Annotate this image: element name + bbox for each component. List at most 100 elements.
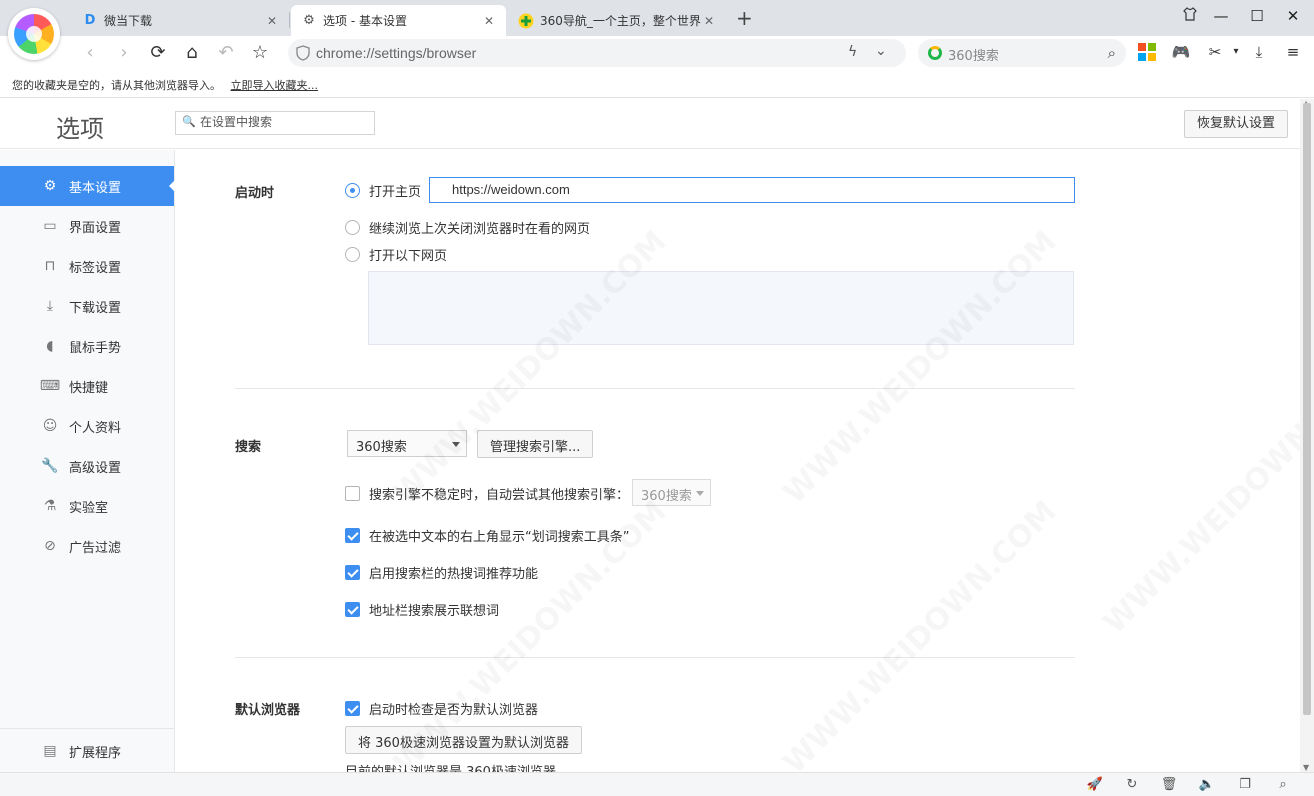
- scissors-icon[interactable]: ✂: [1205, 42, 1225, 62]
- fallback-engine-row[interactable]: 搜索引擎不稳定时，自动尝试其他搜索引擎：: [345, 484, 629, 503]
- tab-settings[interactable]: ⚙ 选项 - 基本设置 ✕: [291, 5, 506, 36]
- option-selection-toolbar[interactable]: 在被选中文本的右上角显示“划词搜索工具条”: [345, 526, 629, 545]
- bookmark-empty-text: 您的收藏夹是空的，请从其他浏览器导入。: [12, 79, 221, 92]
- radio-button[interactable]: [345, 183, 360, 198]
- address-bar[interactable]: chrome://settings/browser ϟ ⌄: [288, 39, 906, 67]
- settings-search[interactable]: 🔍: [175, 111, 375, 135]
- tab-360nav[interactable]: 360导航_一个主页，整个世界 ✕: [508, 5, 726, 36]
- browser-logo[interactable]: [8, 8, 60, 60]
- settings-search-input[interactable]: [200, 115, 370, 129]
- download-icon[interactable]: ⤓: [1249, 42, 1269, 62]
- bookmark-bar: 您的收藏夹是空的，请从其他浏览器导入。 立即导入收藏夹...: [0, 70, 1314, 98]
- settings-page: 选项 🔍 恢复默认设置 ⚙ 基本设置 ▭ 界面设置 ⊓ 标签设置 ⤓ 下载设: [0, 99, 1314, 772]
- radio-open-pages[interactable]: 打开以下网页: [345, 245, 447, 264]
- watermark-text: WWW.WEIDOWN.COM: [1097, 354, 1300, 641]
- accelerate-icon[interactable]: ↻: [1123, 776, 1141, 794]
- minimize-button[interactable]: —: [1208, 5, 1234, 27]
- radio-open-home[interactable]: 打开主页: [345, 181, 421, 200]
- sidebar-item-mouse[interactable]: ◖ 鼠标手势: [0, 326, 174, 366]
- close-icon[interactable]: ✕: [265, 14, 279, 28]
- undo-close-button[interactable]: ↶: [214, 41, 238, 65]
- sidebar: ⚙ 基本设置 ▭ 界面设置 ⊓ 标签设置 ⤓ 下载设置 ◖ 鼠标手势 ⌨ 快捷键: [0, 150, 175, 772]
- star-icon[interactable]: ☆: [248, 41, 272, 65]
- back-button[interactable]: ‹: [78, 41, 102, 65]
- skin-icon[interactable]: [1177, 5, 1203, 27]
- search-icon[interactable]: ⌕: [1108, 44, 1116, 62]
- reset-defaults-button[interactable]: 恢复默认设置: [1184, 110, 1288, 138]
- radio-button[interactable]: [345, 247, 360, 262]
- close-icon[interactable]: ✕: [482, 14, 496, 28]
- scrollbar-thumb[interactable]: [1303, 103, 1311, 715]
- rocket-icon[interactable]: 🚀: [1086, 776, 1104, 794]
- reload-button[interactable]: ⟳: [146, 41, 170, 65]
- startup-label: 启动时: [235, 186, 275, 201]
- new-tab-button[interactable]: +: [736, 7, 753, 29]
- option-address-suggest[interactable]: 地址栏搜索展示联想词: [345, 600, 499, 619]
- sidebar-item-download[interactable]: ⤓ 下载设置: [0, 286, 174, 326]
- flask-icon: ⚗: [43, 498, 57, 514]
- tab-weidown[interactable]: D 微当下载 ✕: [72, 5, 289, 36]
- search-placeholder: 360搜索: [948, 49, 999, 64]
- gamepad-icon[interactable]: 🎮: [1171, 42, 1191, 62]
- checkbox[interactable]: [345, 701, 360, 716]
- import-bookmarks-link[interactable]: 立即导入收藏夹...: [231, 79, 319, 92]
- checkbox[interactable]: [345, 486, 360, 501]
- extensions-icon: ▤: [43, 743, 57, 759]
- checkbox-label: 地址栏搜索展示联想词: [369, 604, 500, 619]
- radio-continue-last[interactable]: 继续浏览上次关闭浏览器时在看的网页: [345, 218, 590, 237]
- menu-icon[interactable]: ≡: [1283, 42, 1303, 62]
- checkbox[interactable]: [345, 565, 360, 580]
- close-window-button[interactable]: ✕: [1280, 5, 1306, 27]
- download-icon: ⤓: [46, 298, 54, 314]
- sidebar-item-label: 标签设置: [69, 260, 122, 276]
- search-icon: 🔍: [182, 115, 196, 128]
- option-hotwords[interactable]: 启用搜索栏的热搜词推荐功能: [345, 563, 538, 582]
- set-default-browser-button[interactable]: 将 360极速浏览器设置为默认浏览器: [345, 726, 582, 754]
- chevron-down-icon[interactable]: ▾: [1226, 42, 1246, 62]
- logo-ball: [14, 14, 54, 54]
- sidebar-item-extensions[interactable]: ▤ 扩展程序: [0, 731, 174, 771]
- settings-header: 选项 🔍 恢复默认设置: [0, 99, 1300, 149]
- home-button[interactable]: ⌂: [180, 41, 204, 65]
- sidebar-item-basic[interactable]: ⚙ 基本设置: [0, 166, 175, 206]
- sidebar-item-profile[interactable]: ☺ 个人资料: [0, 406, 174, 446]
- gear-icon: ⚙: [43, 178, 57, 194]
- sidebar-item-interface[interactable]: ▭ 界面设置: [0, 206, 174, 246]
- checkbox[interactable]: [345, 602, 360, 617]
- sidebar-item-shortcuts[interactable]: ⌨ 快捷键: [0, 366, 174, 406]
- dropdown-arrow-icon: [696, 491, 704, 496]
- checkbox-label: 启动时检查是否为默认浏览器: [369, 703, 539, 718]
- search-engine-select[interactable]: 360搜索: [347, 430, 467, 457]
- page-scrollbar[interactable]: ▲ ▼: [1300, 99, 1314, 772]
- sidebar-item-label: 鼠标手势: [69, 340, 122, 356]
- search-box[interactable]: 360搜索 ⌕: [918, 39, 1126, 67]
- default-browser-status: 目前的默认浏览器是 360极速浏览器: [345, 761, 556, 772]
- sidebar-item-adblock[interactable]: ⊘ 广告过滤: [0, 526, 174, 566]
- volume-icon[interactable]: 🔈: [1198, 776, 1216, 794]
- option-check-default[interactable]: 启动时检查是否为默认浏览器: [345, 699, 538, 718]
- home-url-input[interactable]: https://weidown.com: [429, 177, 1075, 203]
- apps-icon[interactable]: [1137, 42, 1157, 62]
- startup-pages-list[interactable]: [368, 271, 1074, 345]
- sidebar-item-label: 下载设置: [69, 300, 122, 316]
- sidebar-item-advanced[interactable]: 🔧 高级设置: [0, 446, 174, 486]
- keyboard-icon: ⌨: [39, 378, 61, 394]
- d-icon: D: [84, 13, 96, 28]
- checkbox[interactable]: [345, 528, 360, 543]
- close-icon[interactable]: ✕: [702, 14, 716, 28]
- sidebar-item-lab[interactable]: ⚗ 实验室: [0, 486, 174, 526]
- zoom-icon[interactable]: ⌕: [1274, 776, 1292, 794]
- trash-icon[interactable]: 🗑: [1160, 776, 1178, 794]
- bolt-icon[interactable]: ϟ: [848, 44, 857, 60]
- maximize-button[interactable]: ☐: [1244, 5, 1270, 27]
- manage-search-engines-button[interactable]: 管理搜索引擎...: [477, 430, 594, 458]
- watermark-text: WWW.WEIDOWN.COM: [387, 224, 674, 511]
- scroll-down-icon[interactable]: ▼: [1303, 763, 1309, 772]
- tab-icon: ⊓: [44, 258, 56, 274]
- window-restore-icon[interactable]: ❐: [1236, 776, 1254, 794]
- chevron-down-icon[interactable]: ⌄: [875, 43, 887, 59]
- sidebar-item-tabs[interactable]: ⊓ 标签设置: [0, 246, 174, 286]
- forward-button[interactable]: ›: [112, 41, 136, 65]
- toolbar: ‹ › ⟳ ⌂ ↶ ☆ chrome://settings/browser ϟ …: [0, 36, 1314, 70]
- radio-button[interactable]: [345, 220, 360, 235]
